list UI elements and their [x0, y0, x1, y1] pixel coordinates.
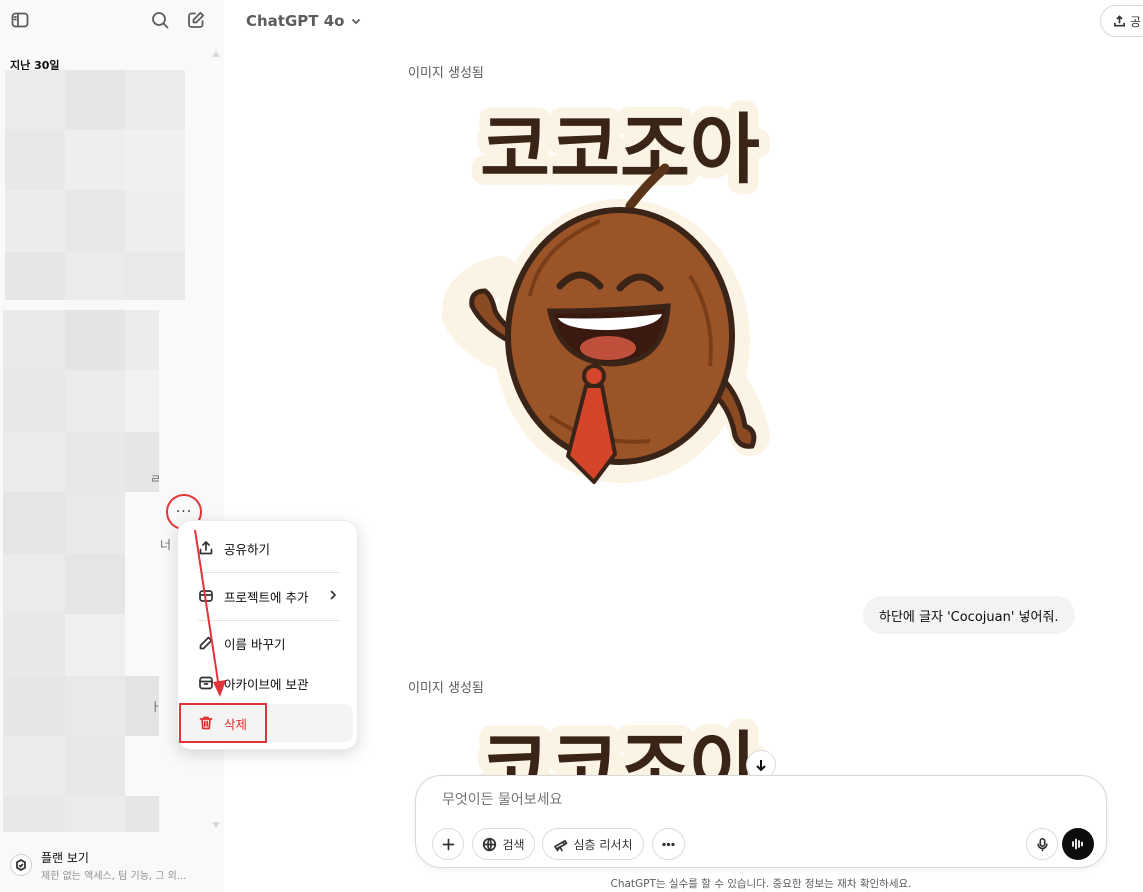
- telescope-icon: [554, 839, 568, 851]
- view-plans-button[interactable]: 플랜 보기 제한 없는 액세스, 팀 기능, 그 외...: [6, 846, 220, 886]
- search-chats-button[interactable]: [146, 6, 174, 34]
- sticker-title: 코코조아: [480, 723, 760, 782]
- search-button[interactable]: 검색: [472, 828, 535, 860]
- arrow-down-icon: [756, 760, 766, 772]
- plan-subtitle: 제한 없는 액세스, 팀 기능, 그 외...: [41, 871, 187, 882]
- menu-item-label: 이름 바꾸기: [224, 636, 286, 652]
- prompt-input[interactable]: [442, 792, 1042, 808]
- search-label: 검색: [502, 837, 525, 852]
- generated-image-coconut-2[interactable]: 코코조아 코코조아: [440, 712, 800, 782]
- microphone-icon: [1036, 837, 1048, 851]
- delete-annotation-box: [179, 703, 267, 743]
- app-window: 지난 30일 ㄹ 너 ㅏ ··· 플랜 보기 제한 없는 액세스, 팀 기능, …: [0, 0, 1143, 892]
- dictate-button[interactable]: [1026, 828, 1058, 860]
- ellipsis-icon: [662, 842, 675, 846]
- folder-icon: [199, 590, 213, 602]
- menu-item-add-to-project[interactable]: 프로젝트에 추가: [182, 577, 353, 615]
- archive-icon: [199, 676, 213, 690]
- model-selector[interactable]: ChatGPT 4o: [246, 12, 362, 30]
- disclaimer: ChatGPT는 실수를 할 수 있습니다. 중요한 정보는 재차 확인하세요.: [610, 878, 912, 890]
- image-generated-label: 이미지 생성됨: [408, 66, 484, 81]
- user-message-bubble: 하단에 글자 'Cocojuan' 넣어줘.: [863, 596, 1075, 634]
- attach-button[interactable]: [432, 828, 464, 860]
- deep-research-label: 심층 리서치: [573, 837, 633, 852]
- composer: 검색 심층 리서치: [415, 775, 1107, 868]
- edit-icon: [188, 11, 205, 28]
- new-chat-button[interactable]: [182, 6, 210, 34]
- menu-item-label: 공유하기: [224, 541, 271, 557]
- sticker-title: 코코조아: [480, 105, 760, 194]
- globe-icon: [483, 837, 497, 851]
- model-label: ChatGPT 4o: [246, 12, 345, 30]
- scroll-up-arrow[interactable]: [212, 51, 220, 57]
- history-fragment: 너: [160, 538, 172, 552]
- chevron-right-icon: [330, 590, 336, 600]
- share-icon: [1114, 14, 1125, 27]
- generated-image-coconut[interactable]: 코코조아 코코조아: [440, 96, 800, 496]
- voice-mode-button[interactable]: [1062, 828, 1094, 860]
- history-fragment: ㄹ: [150, 472, 162, 486]
- chevron-down-icon: [352, 18, 361, 25]
- menu-item-archive[interactable]: 아카이브에 보관: [182, 664, 353, 702]
- menu-divider: [198, 620, 340, 621]
- share-icon: [199, 541, 213, 555]
- menu-item-label: 프로젝트에 추가: [224, 589, 309, 605]
- menu-divider: [198, 572, 340, 573]
- history-fragment: ㅏ: [150, 700, 162, 714]
- share-label: 공: [1130, 14, 1142, 29]
- pencil-icon: [199, 636, 213, 650]
- scroll-down-arrow[interactable]: [212, 822, 220, 828]
- upgrade-icon: [10, 854, 32, 876]
- share-button[interactable]: 공: [1100, 5, 1143, 37]
- more-tools-button[interactable]: [652, 828, 685, 860]
- toggle-sidebar-button[interactable]: [6, 6, 34, 34]
- sidebar-icon: [11, 12, 29, 28]
- plan-title: 플랜 보기: [41, 851, 89, 865]
- sidebar-toolbar: [0, 0, 224, 44]
- deep-research-button[interactable]: 심층 리서치: [542, 828, 644, 860]
- voice-wave-icon: [1072, 838, 1083, 850]
- sidebar: 지난 30일 ㄹ 너 ㅏ ··· 플랜 보기 제한 없는 액세스, 팀 기능, …: [0, 0, 224, 892]
- menu-item-share[interactable]: 공유하기: [182, 529, 353, 567]
- plus-icon: [442, 838, 454, 850]
- image-generated-label: 이미지 생성됨: [408, 681, 484, 696]
- menu-item-label: 아카이브에 보관: [224, 676, 309, 692]
- menu-item-rename[interactable]: 이름 바꾸기: [182, 624, 353, 662]
- search-icon: [152, 12, 169, 29]
